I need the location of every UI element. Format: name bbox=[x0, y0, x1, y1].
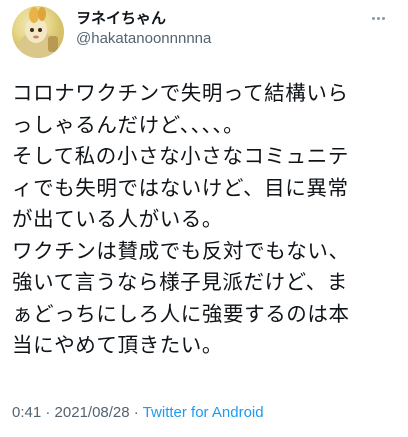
tweet-text-line: コロナワクチンで失明って結構いら bbox=[12, 81, 349, 105]
display-name[interactable]: ヲネイちゃん bbox=[76, 8, 211, 28]
user-handle[interactable]: @hakatanoonnnnna bbox=[76, 28, 211, 50]
more-dot bbox=[371, 16, 375, 20]
tweet-time[interactable]: 0:41 bbox=[12, 404, 41, 421]
tweet-text-line: ぁどっちにしろ人に強要するのは本 bbox=[12, 301, 350, 326]
tweet-meta: 0:41 · 2021/08/28 · Twitter for Android bbox=[12, 403, 264, 423]
meta-separator: · bbox=[45, 404, 55, 421]
avatar[interactable] bbox=[12, 6, 64, 58]
author-names[interactable]: ヲネイちゃん @hakatanoonnnnna bbox=[76, 8, 211, 50]
tweet-text-line: 当にやめて頂きたい。 bbox=[12, 333, 223, 357]
tweet-text-line: ワクチンは賛成でも反対でもない、 bbox=[12, 238, 350, 263]
tweet-header: ヲネイちゃん @hakatanoonnnnna bbox=[12, 6, 396, 58]
tweet-text-line: 強いて言うなら様子見派だけど、ま bbox=[12, 270, 348, 294]
tweet-text-line: が出ている人がいる。 bbox=[12, 207, 223, 231]
tweet-source-link[interactable]: Twitter for Android bbox=[143, 404, 264, 421]
more-dot bbox=[376, 16, 380, 20]
more-dot bbox=[381, 16, 385, 20]
tweet-text-line: ィでも失明ではないけど、目に異常 bbox=[12, 175, 349, 200]
tweet-text-line: そして私の小さな小さなコミュニテ bbox=[12, 144, 349, 168]
tweet: ヲネイちゃん @hakatanoonnnnna コロナワクチンで失明って結構いら… bbox=[0, 0, 408, 437]
meta-separator: · bbox=[133, 404, 143, 421]
more-options-icon[interactable] bbox=[366, 8, 390, 28]
avatar-character-icon bbox=[18, 7, 58, 58]
tweet-text-line: っしゃるんだけど、、、、。 bbox=[12, 112, 245, 137]
tweet-date[interactable]: 2021/08/28 bbox=[55, 404, 130, 421]
tweet-text: コロナワクチンで失明って結構いら っしゃるんだけど、、、、。 そして私の小さな小… bbox=[12, 78, 404, 362]
